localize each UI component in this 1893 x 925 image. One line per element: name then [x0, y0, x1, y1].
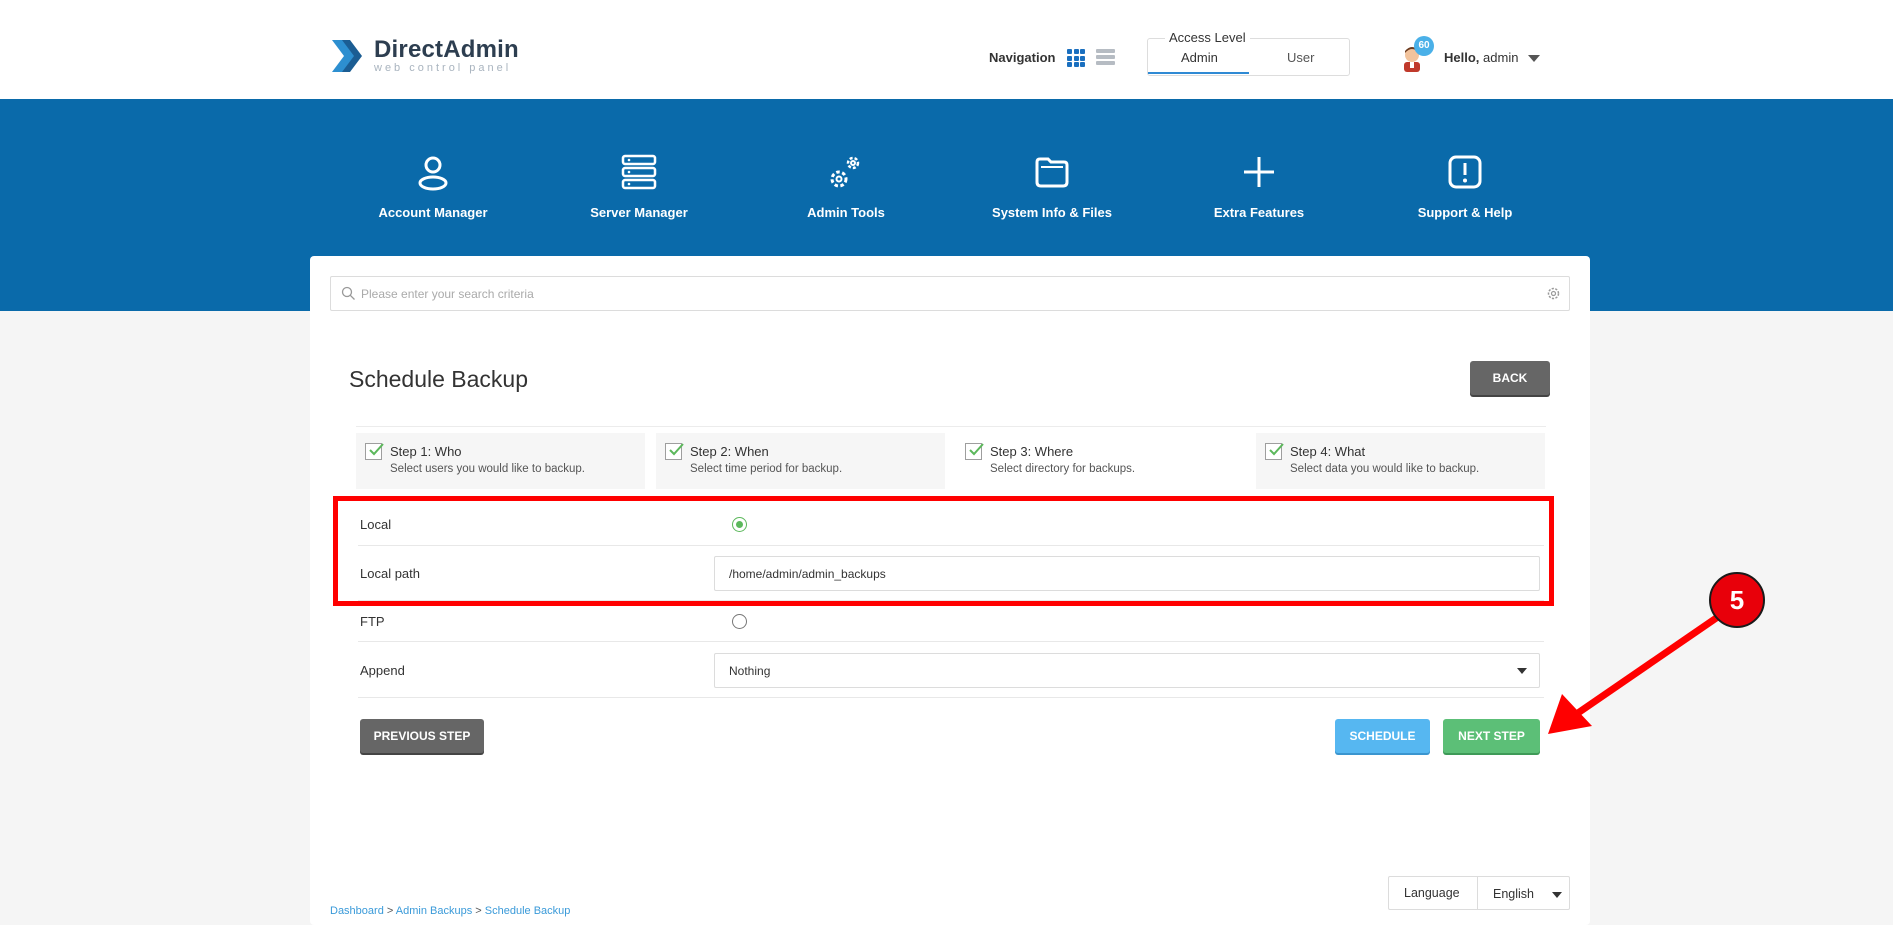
- caret-down-icon: [1552, 892, 1562, 898]
- user-menu-caret-icon[interactable]: [1528, 55, 1540, 62]
- step-title: Step 2: When: [690, 444, 769, 459]
- checkmark-icon: [665, 443, 684, 460]
- user-icon: [418, 156, 448, 191]
- step-description: Select time period for backup.: [690, 463, 843, 475]
- checkmark-icon: [965, 443, 984, 460]
- menu-server-manager[interactable]: Server Manager: [549, 152, 729, 220]
- step-who[interactable]: Step 1: Who Select users you would like …: [356, 433, 645, 489]
- plus-icon: [1244, 157, 1274, 187]
- search-bar: [330, 276, 1570, 311]
- menu-admin-tools[interactable]: Admin Tools: [756, 152, 936, 220]
- step-description: Select data you would like to backup.: [1290, 463, 1480, 475]
- menu-label: Extra Features: [1213, 205, 1305, 220]
- language-value: English: [1493, 887, 1534, 901]
- step-description: Select users you would like to backup.: [390, 463, 585, 475]
- grid-view-icon[interactable]: [1067, 49, 1085, 67]
- ftp-radio[interactable]: [732, 614, 747, 629]
- append-label: Append: [360, 663, 405, 678]
- notification-badge[interactable]: 60: [1414, 36, 1434, 56]
- back-button[interactable]: BACK: [1470, 361, 1550, 395]
- menu-label: Server Manager: [590, 205, 688, 220]
- top-header: [0, 0, 1893, 99]
- highlight-box: [333, 496, 1554, 606]
- next-step-button[interactable]: NEXT STEP: [1443, 719, 1540, 753]
- step-what[interactable]: Step 4: What Select data you would like …: [1256, 433, 1545, 489]
- row-divider: [358, 697, 1544, 698]
- menu-support-help[interactable]: Support & Help: [1375, 152, 1555, 220]
- menu-extra-features[interactable]: Extra Features: [1169, 152, 1349, 220]
- checkmark-icon: [1265, 443, 1284, 460]
- menu-label: Admin Tools: [807, 205, 885, 220]
- breadcrumb-separator: >: [475, 905, 482, 917]
- menu-account-manager[interactable]: Account Manager: [343, 152, 523, 220]
- active-tab-indicator: [1148, 72, 1249, 74]
- access-level-title: Access Level: [1165, 30, 1250, 45]
- search-input[interactable]: [361, 277, 1531, 310]
- step-title: Step 4: What: [1290, 444, 1366, 459]
- logo-title: DirectAdmin: [374, 36, 519, 63]
- logo-subtitle: web control panel: [374, 62, 512, 74]
- append-select-value: Nothing: [729, 664, 771, 678]
- previous-step-button[interactable]: PREVIOUS STEP: [360, 719, 484, 753]
- user-greeting[interactable]: Hello, admin: [1444, 50, 1518, 65]
- breadcrumb-schedule-backup[interactable]: Schedule Backup: [485, 905, 571, 917]
- menu-label: System Info & Files: [992, 205, 1112, 220]
- breadcrumb-separator: >: [386, 905, 394, 917]
- ftp-label: FTP: [360, 614, 385, 629]
- list-view-icon[interactable]: [1096, 49, 1115, 67]
- append-select[interactable]: Nothing: [714, 653, 1540, 688]
- breadcrumb: Dashboard > Admin Backups > Schedule Bac…: [330, 905, 570, 917]
- access-tab-user[interactable]: User: [1287, 50, 1314, 65]
- menu-label: Account Manager: [378, 205, 488, 220]
- step-description: Select directory for backups.: [990, 463, 1136, 475]
- annotation-arrow-icon: [1548, 609, 1727, 734]
- breadcrumb-admin-backups[interactable]: Admin Backups: [396, 905, 472, 917]
- checkmark-icon: [365, 443, 384, 460]
- page-title: Schedule Backup: [349, 366, 529, 392]
- folder-icon: [1035, 157, 1069, 188]
- access-tab-admin[interactable]: Admin: [1181, 50, 1218, 65]
- caret-down-icon: [1517, 668, 1527, 674]
- gears-icon: [830, 156, 860, 188]
- greeting-text: Hello,: [1444, 50, 1480, 65]
- directadmin-logo[interactable]: DirectAdmin web control panel: [330, 34, 519, 78]
- navigation-label: Navigation: [989, 50, 1056, 65]
- language-label: Language: [1404, 886, 1460, 900]
- schedule-button[interactable]: SCHEDULE: [1335, 719, 1430, 753]
- steps-divider: [356, 426, 1546, 427]
- gear-icon[interactable]: [1546, 286, 1561, 301]
- step-number-badge: 5: [1709, 572, 1765, 628]
- username-text: admin: [1483, 50, 1519, 65]
- step-title: Step 3: Where: [990, 444, 1074, 459]
- row-divider: [358, 641, 1544, 642]
- menu-system-info-files[interactable]: System Info & Files: [962, 152, 1142, 220]
- step-when[interactable]: Step 2: When Select time period for back…: [656, 433, 945, 489]
- step-title: Step 1: Who: [390, 444, 462, 459]
- language-selector[interactable]: Language English: [1388, 876, 1570, 910]
- menu-label: Support & Help: [1417, 205, 1513, 220]
- exclamation-icon: [1448, 155, 1482, 189]
- server-icon: [621, 154, 657, 190]
- breadcrumb-dashboard[interactable]: Dashboard: [330, 905, 384, 917]
- search-icon: [341, 286, 355, 300]
- language-divider: [1477, 877, 1478, 909]
- step-where[interactable]: Step 3: Where Select directory for backu…: [956, 433, 1245, 489]
- logo-chevron-icon: [332, 40, 362, 72]
